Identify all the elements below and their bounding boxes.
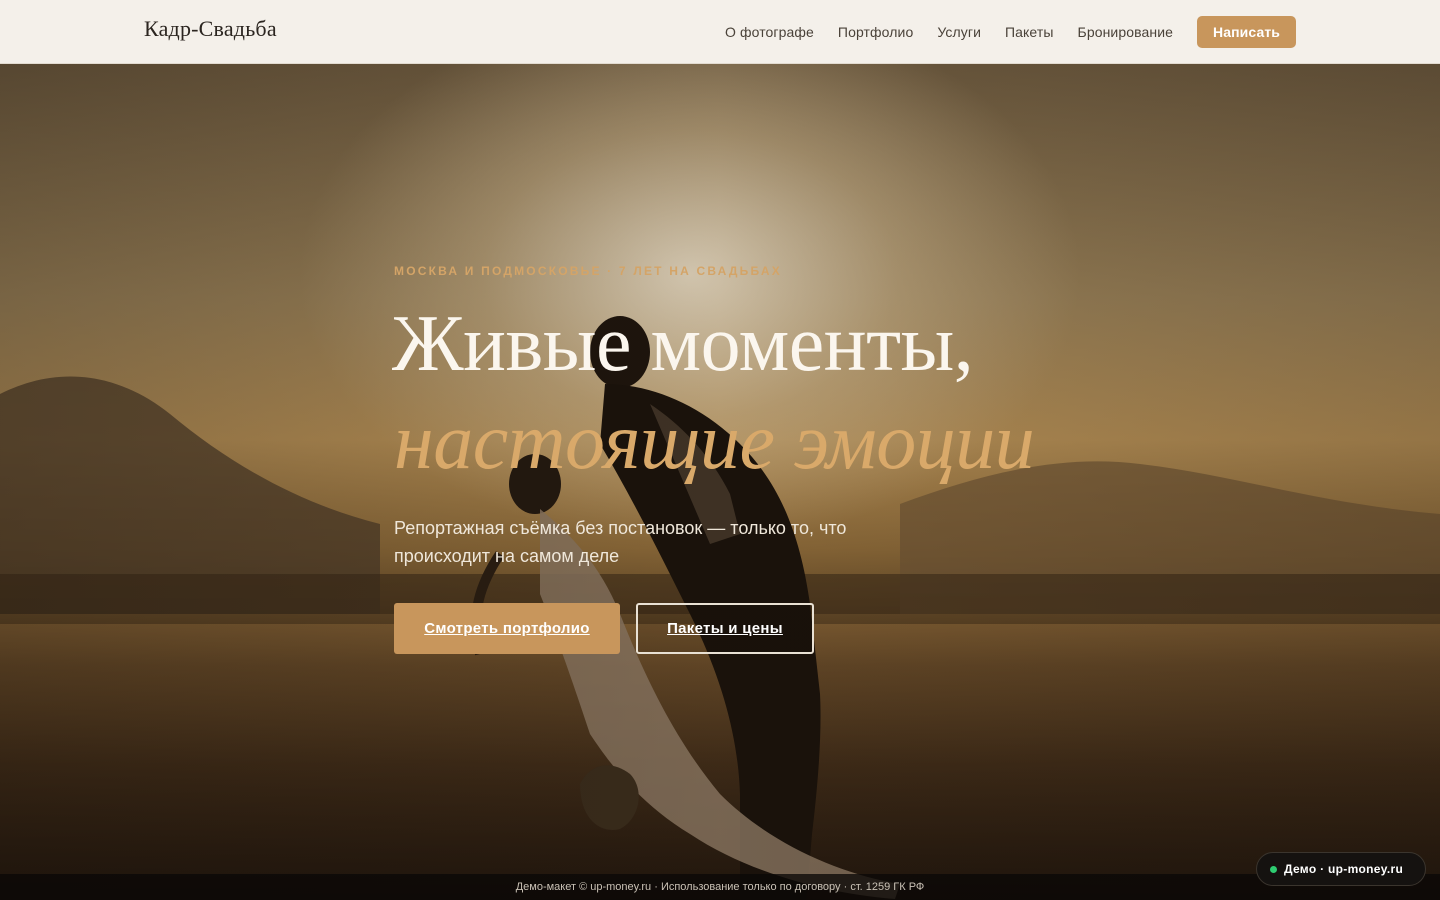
view-portfolio-button[interactable]: Смотреть портфолио [394,603,620,654]
site-header: Кадр-Свадьба О фотографе Портфолио Услуг… [0,0,1440,64]
hero-headline: Живые моменты, [392,300,974,388]
hero-lead: Репортажная съёмка без постановок — толь… [394,518,847,566]
hero-section: МОСКВА И ПОДМОСКОВЬЕ · 7 ЛЕТ НА СВАДЬБАХ… [0,64,1440,900]
nav-item-services[interactable]: Услуги [937,24,981,40]
demo-badge[interactable]: Демо · up-money.ru [1256,852,1426,886]
nav-item-about[interactable]: О фотографе [725,24,814,40]
main-nav: О фотографе Портфолио Услуги Пакеты Брон… [725,0,1296,64]
hero-headline-accent: настоящие эмоции [394,398,1035,486]
footer-notice: Демо-макет © up-money.ru · Использование… [515,881,925,893]
hero-eyebrow: МОСКВА И ПОДМОСКОВЬЕ · 7 ЛЕТ НА СВАДЬБАХ [394,264,782,278]
nav-item-packages[interactable]: Пакеты [1005,24,1054,40]
footer-notice-bar: Демо-макет © up-money.ru · Использование… [0,874,1440,900]
status-dot-icon [1270,865,1277,873]
nav-item-booking[interactable]: Бронирование [1078,24,1174,40]
nav-item-portfolio[interactable]: Портфолио [838,24,913,40]
write-button[interactable]: Написать [1197,16,1296,48]
packages-prices-button[interactable]: Пакеты и цены [636,603,814,654]
demo-badge-label: Демо · up-money.ru [1284,862,1404,876]
site-logo[interactable]: Кадр-Свадьба [144,16,277,42]
